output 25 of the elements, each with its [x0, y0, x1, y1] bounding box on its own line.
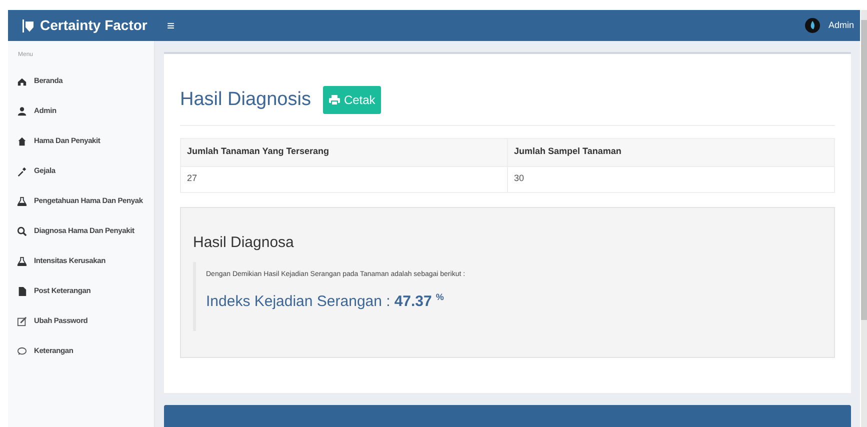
table-cell: 27 [180, 166, 508, 192]
column-header: Jumlah Sampel Tanaman [508, 138, 834, 166]
index-label: Indeks Kejadian Serangan : [206, 292, 390, 312]
dropper-icon [17, 166, 27, 176]
search-icon [17, 226, 27, 236]
user-icon [17, 106, 27, 116]
index-value: 47.37 [394, 292, 432, 312]
house-icon [17, 136, 27, 146]
scrollbar[interactable] [861, 10, 867, 427]
edit-icon [17, 316, 27, 326]
logo-icon [22, 18, 36, 32]
table-cell: 30 [508, 166, 834, 192]
flask-icon [17, 256, 27, 266]
document-icon [17, 286, 27, 296]
column-header: Jumlah Tanaman Yang Terserang [180, 138, 508, 166]
avatar-icon[interactable] [805, 18, 820, 33]
speech-bubble-icon [17, 346, 27, 356]
brand-title[interactable]: Certainty Factor [40, 15, 148, 36]
printer-icon [328, 95, 340, 106]
home-icon [17, 76, 27, 86]
flask-icon [17, 196, 27, 206]
user-name[interactable]: Admin [828, 18, 854, 32]
page-title: Hasil Diagnosis [180, 88, 311, 112]
result-title: Hasil Diagnosa [193, 232, 294, 252]
percent-unit: % [436, 290, 444, 304]
